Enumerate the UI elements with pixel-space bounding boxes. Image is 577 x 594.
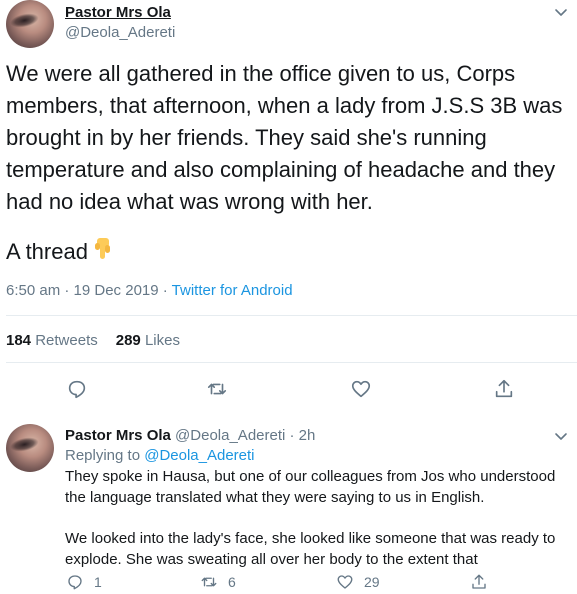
reply-text-paragraph-1: They spoke in Hausa, but one of our coll… (65, 468, 556, 506)
chevron-down-icon[interactable] (553, 4, 569, 20)
likes-stat[interactable]: 289 Likes (116, 332, 180, 349)
chevron-down-icon[interactable] (553, 428, 569, 444)
reply-icon[interactable] (66, 378, 88, 400)
reply-retweet-button[interactable]: 6 (200, 572, 236, 592)
thread-label: A thread (6, 239, 88, 264)
tweet-text: We were all gathered in the office given… (6, 61, 563, 214)
reply-reply-button[interactable]: 1 (66, 572, 102, 592)
author-display-name[interactable]: Pastor Mrs Ola (65, 4, 171, 21)
divider (6, 362, 577, 363)
thread-label-line: A thread (6, 236, 114, 268)
main-tweet: Pastor Mrs Ola @Deola_Adereti We were al… (0, 0, 577, 414)
timestamp[interactable]: 6:50 am · 19 Dec 2019 · (6, 282, 172, 299)
like-icon[interactable] (350, 378, 372, 400)
like-count: 29 (364, 574, 380, 590)
replying-to: Replying to @Deola_Adereti (65, 447, 255, 464)
reply-like-button[interactable]: 29 (336, 572, 380, 592)
likes-count: 289 (115, 332, 141, 349)
pointing-down-emoji-icon (94, 237, 114, 261)
avatar[interactable] (6, 0, 54, 48)
author-handle[interactable]: @Deola_Adereti (65, 24, 175, 41)
reply-author-handle-time[interactable]: @Deola_Adereti · 2h (175, 427, 315, 444)
retweets-stat[interactable]: 184 Retweets (6, 332, 98, 349)
replying-to-handle-link[interactable]: @Deola_Adereti (144, 447, 254, 464)
retweet-count: 6 (228, 574, 236, 590)
reply-count: 1 (94, 574, 102, 590)
engagement-stats: 184 Retweets 289 Likes (6, 332, 180, 349)
likes-label: Likes (144, 332, 180, 349)
retweets-count: 184 (6, 332, 32, 349)
source-link[interactable]: Twitter for Android (172, 282, 293, 299)
reply-share-button[interactable] (470, 572, 498, 592)
retweets-label: Retweets (35, 332, 98, 349)
share-icon (472, 574, 486, 589)
reply-author-display-name[interactable]: Pastor Mrs Ola (65, 427, 171, 444)
like-icon (337, 575, 353, 589)
avatar[interactable] (6, 424, 54, 472)
replying-to-prefix: Replying to (65, 447, 145, 464)
retweet-icon[interactable] (206, 378, 228, 400)
reply-author-line: Pastor Mrs Ola @Deola_Adereti · 2h (65, 427, 315, 444)
divider (6, 315, 577, 316)
share-icon[interactable] (493, 378, 515, 400)
reply-text-paragraph-2: We looked into the lady's face, she look… (65, 530, 556, 568)
tweet-meta: 6:50 am · 19 Dec 2019 · Twitter for Andr… (6, 282, 293, 299)
reply-icon (68, 575, 82, 590)
retweet-icon (201, 577, 217, 587)
